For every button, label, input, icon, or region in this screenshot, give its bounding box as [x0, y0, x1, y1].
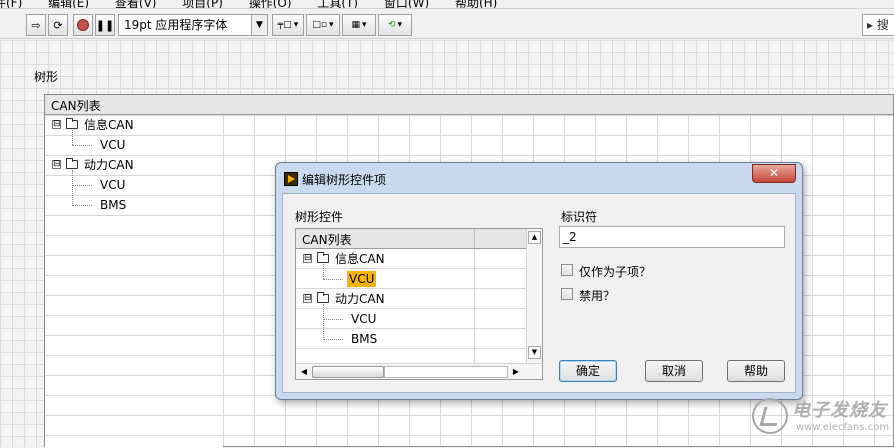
- menu-tools[interactable]: 工具(T): [317, 0, 358, 8]
- disabled-label: 禁用？: [579, 289, 616, 303]
- tree-header: CAN列表: [45, 95, 893, 115]
- tree-item-bms[interactable]: BMS: [45, 195, 223, 215]
- close-icon: ✕: [768, 166, 780, 180]
- identifier-label: 标识符: [561, 210, 598, 224]
- run-continuous-icon: ⟳: [53, 18, 63, 32]
- menu-window[interactable]: 窗口(W): [384, 0, 429, 8]
- tree-item-label: VCU: [347, 271, 377, 287]
- font-select[interactable]: 19pt 应用程序字体 ▼: [118, 14, 268, 36]
- help-button[interactable]: 帮助: [727, 360, 785, 382]
- tree-item-vcu-2[interactable]: VCU: [45, 175, 223, 195]
- align-icon: ╤□: [277, 20, 292, 30]
- menu-view[interactable]: 查看(V): [115, 0, 157, 8]
- resize-objects-dropdown[interactable]: ▦ ▾: [342, 14, 376, 36]
- tree-item-label: 动力CAN: [335, 292, 385, 306]
- collapse-icon[interactable]: ⊟: [52, 160, 61, 169]
- distribute-objects-dropdown[interactable]: □▫ ▾: [306, 14, 340, 36]
- folder-icon: [317, 292, 329, 303]
- resize-icon: ▦: [351, 20, 360, 30]
- search-icon: ▸: [867, 18, 877, 32]
- collapse-icon[interactable]: ⊟: [303, 254, 312, 263]
- menu-edit[interactable]: 编辑(E): [48, 0, 89, 8]
- watermark-title: 电子发烧友: [792, 400, 887, 421]
- font-select-value: 19pt 应用程序字体: [124, 18, 228, 32]
- horizontal-scrollbar[interactable]: ◀ ▶: [296, 363, 542, 379]
- column-divider: [474, 249, 475, 363]
- reorder-dropdown[interactable]: ⟲ ▾: [378, 14, 412, 36]
- menu-help[interactable]: 帮助(H): [455, 0, 497, 8]
- identifier-input[interactable]: _2: [559, 226, 785, 248]
- labview-icon: [284, 172, 298, 186]
- tree-header: CAN列表: [296, 229, 542, 249]
- elecfans-logo-icon: [752, 398, 788, 434]
- menu-bar: 件(F) 编辑(E) 查看(V) 项目(P) 操作(O) 工具(T) 窗口(W)…: [0, 0, 894, 9]
- scroll-up-icon[interactable]: ▲: [528, 231, 541, 244]
- tree-item-label: BMS: [100, 198, 127, 212]
- child-only-label: 仅作为子项？: [579, 265, 652, 279]
- tree-item-label: VCU: [100, 178, 126, 192]
- dialog-tree-control[interactable]: CAN列表 ⊟ 信息CAN VCU ⊟ 动力CAN VCU BMS ▲ ▼ ◀ …: [295, 228, 543, 380]
- chevron-down-icon: ▾: [361, 20, 367, 30]
- scroll-down-icon[interactable]: ▼: [528, 346, 541, 359]
- edit-tree-item-dialog: 编辑树形控件项 ✕ 树形控件 标识符 CAN列表 ⊟ 信息CAN VCU ⊟ 动…: [275, 162, 803, 400]
- folder-icon: [66, 158, 78, 169]
- run-continuously-button[interactable]: ⟳: [48, 14, 68, 36]
- align-objects-dropdown[interactable]: ╤□ ▾: [272, 14, 304, 36]
- tree-item-vcu-1[interactable]: VCU: [45, 135, 223, 155]
- scrollbar-thumb[interactable]: [312, 366, 384, 378]
- tree-item-bms[interactable]: BMS: [296, 329, 474, 349]
- dialog-body: 树形控件 标识符 CAN列表 ⊟ 信息CAN VCU ⊟ 动力CAN VCU B…: [282, 193, 796, 393]
- tree-header-label: CAN列表: [51, 99, 101, 113]
- disabled-checkbox[interactable]: [561, 288, 573, 300]
- tree-item-vcu-2[interactable]: VCU: [296, 309, 474, 329]
- watermark-url: www.elecfans.com: [796, 422, 890, 433]
- abort-button[interactable]: [73, 14, 93, 36]
- column-divider: [474, 229, 475, 248]
- collapse-icon[interactable]: ⊟: [52, 120, 61, 129]
- search-input[interactable]: ▸ 搜: [862, 14, 894, 36]
- cancel-button[interactable]: 取消: [645, 360, 703, 382]
- abort-icon: [77, 19, 89, 31]
- distribute-icon: □▫: [312, 20, 328, 30]
- ok-button[interactable]: 确定: [559, 360, 617, 382]
- tree-item-vcu-selected[interactable]: VCU: [296, 269, 474, 289]
- run-arrow-icon: ⇨: [31, 18, 41, 32]
- chevron-down-icon: ▾: [329, 20, 334, 30]
- scrollbar-track[interactable]: [384, 366, 508, 378]
- menu-project[interactable]: 项目(P): [182, 0, 223, 8]
- tree-item-label: 信息CAN: [335, 252, 385, 266]
- reorder-icon: ⟲: [387, 20, 396, 30]
- tree-item-label: 动力CAN: [84, 158, 134, 172]
- close-button[interactable]: ✕: [752, 164, 796, 183]
- menu-file[interactable]: 件(F): [0, 0, 22, 8]
- dialog-title: 编辑树形控件项: [302, 173, 387, 187]
- tree-control-label: 树形: [34, 70, 59, 84]
- tree-item-label: VCU: [100, 138, 126, 152]
- folder-icon: [66, 118, 78, 129]
- scroll-left-icon[interactable]: ◀: [298, 366, 310, 378]
- toolbar: ⇨ ⟳ ❚❚ 19pt 应用程序字体 ▼ ╤□ ▾ □▫ ▾ ▦ ▾ ⟲ ▾ ▸ 搜: [0, 9, 894, 39]
- collapse-icon[interactable]: ⊟: [303, 294, 312, 303]
- vertical-scrollbar[interactable]: ▲ ▼: [526, 229, 542, 363]
- pause-button[interactable]: ❚❚: [95, 14, 115, 36]
- tree-item-label: VCU: [351, 312, 377, 326]
- tree-section-label: 树形控件: [295, 210, 344, 224]
- child-only-checkbox[interactable]: [561, 264, 573, 276]
- chevron-down-icon: ▾: [293, 20, 299, 30]
- tree-item-label: BMS: [351, 332, 378, 346]
- chevron-down-icon: ▾: [397, 20, 403, 30]
- scroll-right-icon[interactable]: ▶: [510, 366, 522, 378]
- watermark: 电子发烧友 www.elecfans.com: [752, 392, 892, 442]
- folder-icon: [317, 252, 329, 263]
- tree-header-label: CAN列表: [302, 233, 352, 247]
- menu-operate[interactable]: 操作(O): [249, 0, 292, 8]
- run-button[interactable]: ⇨: [26, 14, 46, 36]
- chevron-down-icon: ▼: [251, 15, 267, 35]
- tree-item-label: 信息CAN: [84, 118, 134, 132]
- pause-icon: ❚❚: [95, 18, 115, 32]
